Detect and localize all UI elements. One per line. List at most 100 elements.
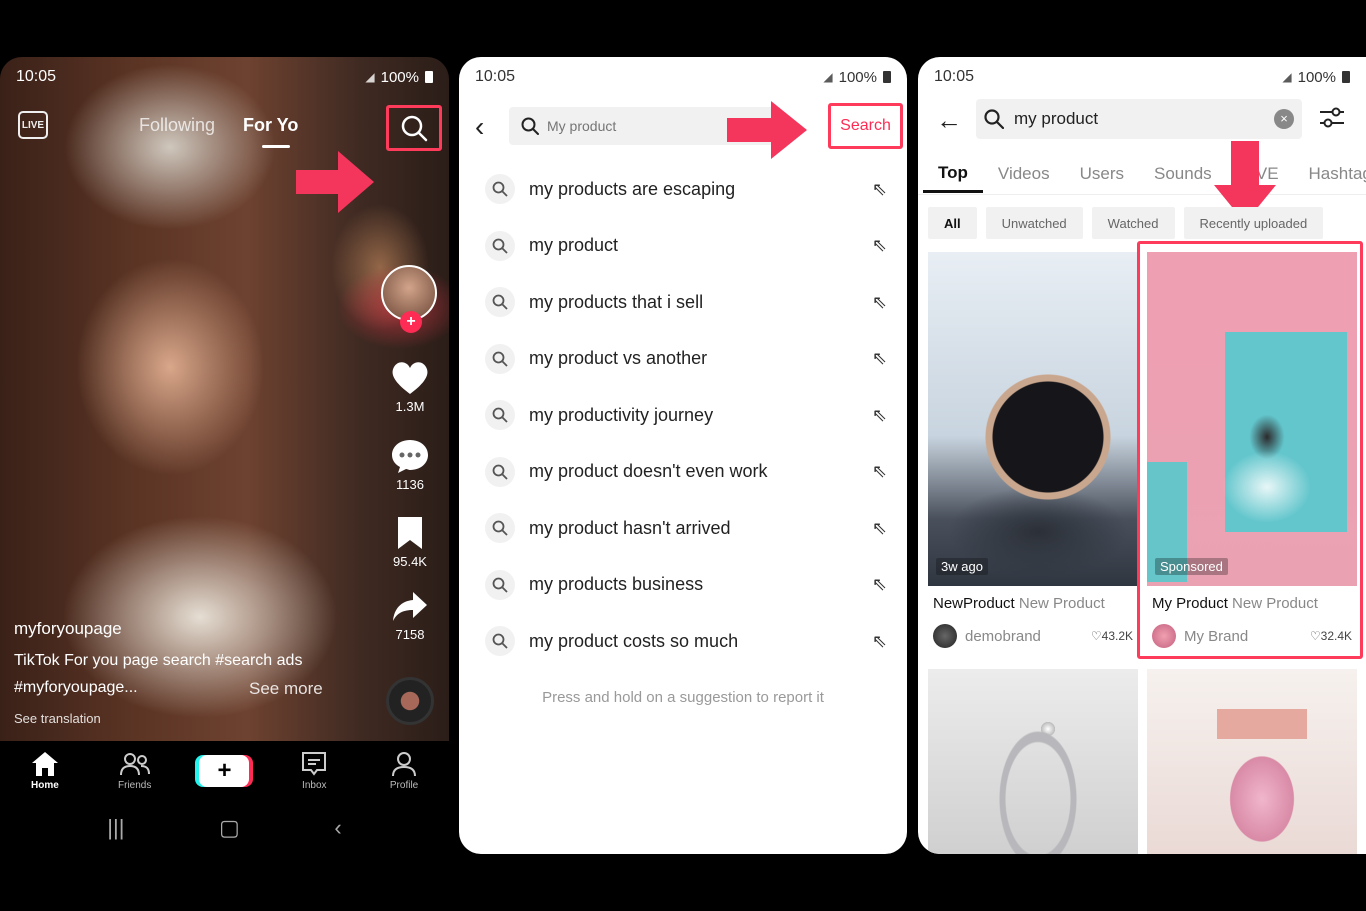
share-button[interactable]: 7158 xyxy=(384,590,436,642)
fill-arrow-icon[interactable]: ⇖ xyxy=(872,348,887,369)
search-icon xyxy=(485,174,515,205)
home-icon xyxy=(31,752,58,776)
time-tag: 3w ago xyxy=(936,558,988,575)
search-icon xyxy=(485,400,515,431)
fill-arrow-icon[interactable]: ⇖ xyxy=(872,235,887,256)
suggestion-item[interactable]: my productivity journey ⇖ xyxy=(459,387,907,444)
wifi-icon: ◢ xyxy=(1282,70,1292,84)
chip-watched[interactable]: Watched xyxy=(1091,207,1175,239)
chip-all[interactable]: All xyxy=(928,207,977,239)
comment-icon xyxy=(392,440,428,473)
recent-apps-icon[interactable]: ||| xyxy=(107,815,124,841)
fill-arrow-icon[interactable]: ⇖ xyxy=(872,405,887,426)
fill-arrow-icon[interactable]: ⇖ xyxy=(872,292,887,313)
see-translation-link[interactable]: See translation xyxy=(14,711,101,726)
share-count: 7158 xyxy=(395,627,425,642)
filter-chips: All Unwatched Watched Recently uploaded xyxy=(928,207,1324,239)
highlight-box xyxy=(1137,241,1363,659)
back-arrow-icon[interactable]: ‹ xyxy=(475,111,484,143)
like-button[interactable]: 1.3M xyxy=(384,360,436,414)
suggestion-item[interactable]: my products that i sell ⇖ xyxy=(459,274,907,331)
fill-arrow-icon[interactable]: ⇖ xyxy=(872,461,887,482)
share-icon xyxy=(393,592,427,621)
back-arrow-icon[interactable]: ← xyxy=(936,105,962,136)
tab-users[interactable]: Users xyxy=(1065,155,1139,193)
profile-icon xyxy=(392,752,417,777)
suggestion-item[interactable]: my product hasn't arrived ⇖ xyxy=(459,500,907,557)
caption-hashtag[interactable]: #myforyoupage... xyxy=(14,679,138,697)
back-system-icon[interactable]: ‹ xyxy=(334,815,341,841)
status-bar: 10:05 ◢ 100% xyxy=(918,57,1366,97)
battery-icon xyxy=(425,71,433,83)
battery-text: 100% xyxy=(380,68,419,86)
see-more-link[interactable]: See more xyxy=(249,679,323,699)
suggestion-item[interactable]: my product vs another ⇖ xyxy=(459,331,907,388)
create-plus-button[interactable]: + xyxy=(199,755,250,787)
result-card[interactable] xyxy=(928,669,1138,854)
fill-arrow-icon[interactable]: ⇖ xyxy=(872,179,887,200)
search-icon xyxy=(485,626,515,657)
video-thumbnail[interactable] xyxy=(928,669,1138,854)
author-avatar[interactable] xyxy=(933,624,957,648)
search-icon xyxy=(984,109,1004,129)
suggestion-item[interactable]: my product ⇖ xyxy=(459,218,907,275)
like-count: ♡43.2K xyxy=(1090,629,1133,643)
tab-following[interactable]: Following xyxy=(139,115,215,136)
music-disc-icon[interactable] xyxy=(386,677,434,725)
caption-username[interactable]: myforyoupage xyxy=(14,619,122,639)
nav-create[interactable]: + xyxy=(194,755,254,787)
live-icon[interactable]: LIVE xyxy=(18,111,48,139)
card-meta: demobrand ♡43.2K xyxy=(933,624,1133,648)
search-icon xyxy=(485,569,515,600)
nav-home[interactable]: Home xyxy=(15,751,75,791)
save-button[interactable]: 95.4K xyxy=(384,515,436,569)
search-input[interactable] xyxy=(547,118,717,134)
chip-recently-uploaded[interactable]: Recently uploaded xyxy=(1183,207,1324,239)
search-input[interactable] xyxy=(1014,109,1264,129)
home-system-icon[interactable]: ▢ xyxy=(219,815,240,841)
battery-icon xyxy=(883,71,891,83)
search-submit-button[interactable]: Search xyxy=(828,103,903,149)
filter-sliders-icon[interactable] xyxy=(1318,105,1346,131)
suggestion-item[interactable]: my product costs so much ⇖ xyxy=(459,613,907,670)
comment-button[interactable]: 1136 xyxy=(384,438,436,492)
card-title: NewProduct New Product xyxy=(933,595,1105,612)
red-arrow-icon xyxy=(296,151,374,213)
search-icon xyxy=(485,343,515,374)
suggestion-item[interactable]: my products business ⇖ xyxy=(459,557,907,614)
video-thumbnail[interactable] xyxy=(928,252,1138,586)
battery-icon xyxy=(1342,71,1350,83)
search-button[interactable] xyxy=(386,105,442,151)
author-name[interactable]: demobrand xyxy=(965,628,1041,645)
battery-text: 100% xyxy=(838,68,877,86)
video-thumbnail[interactable] xyxy=(1147,669,1357,854)
tab-top[interactable]: Top xyxy=(923,155,983,193)
tab-hashtags[interactable]: Hashtags xyxy=(1294,155,1366,193)
suggestion-item[interactable]: my products are escaping ⇖ xyxy=(459,161,907,218)
clear-icon[interactable]: × xyxy=(1274,109,1294,129)
nav-inbox[interactable]: Inbox xyxy=(284,751,344,791)
fill-arrow-icon[interactable]: ⇖ xyxy=(872,631,887,652)
tab-videos[interactable]: Videos xyxy=(983,155,1065,193)
status-time: 10:05 xyxy=(475,68,516,85)
heart-icon xyxy=(392,362,428,394)
fill-arrow-icon[interactable]: ⇖ xyxy=(872,518,887,539)
like-count: 1.3M xyxy=(395,399,425,414)
chip-unwatched[interactable]: Unwatched xyxy=(985,207,1083,239)
wifi-icon: ◢ xyxy=(365,70,375,84)
result-card[interactable]: 3w ago NewProduct New Product demobrand … xyxy=(928,252,1138,662)
battery-text: 100% xyxy=(1297,68,1336,86)
status-time: 10:05 xyxy=(16,68,57,85)
comment-count: 1136 xyxy=(396,477,424,492)
fill-arrow-icon[interactable]: ⇖ xyxy=(872,574,887,595)
nav-profile[interactable]: Profile xyxy=(374,751,434,791)
nav-friends[interactable]: Friends xyxy=(105,751,165,791)
tab-foryou[interactable]: For Yo xyxy=(243,115,298,136)
search-header: ‹ Search xyxy=(459,101,907,159)
report-hint: Press and hold on a suggestion to report… xyxy=(542,689,824,706)
search-icon xyxy=(401,115,428,142)
search-field[interactable]: × xyxy=(976,99,1302,139)
suggestion-item[interactable]: my product doesn't even work ⇖ xyxy=(459,444,907,501)
result-card[interactable] xyxy=(1147,669,1357,854)
follow-plus-icon[interactable]: + xyxy=(400,311,422,333)
